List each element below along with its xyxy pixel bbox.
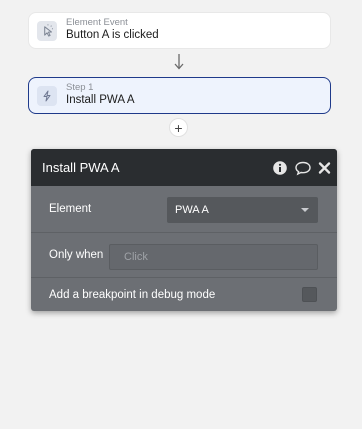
element-label: Element	[49, 203, 92, 215]
panel-header-icons	[272, 160, 331, 176]
event-card[interactable]: Element Event Button A is clicked	[28, 12, 331, 49]
event-card-subtitle: Element Event	[66, 17, 128, 29]
element-select[interactable]: PWA A	[167, 197, 318, 223]
add-step-button[interactable]: +	[169, 118, 188, 137]
debug-row: Add a breakpoint in debug mode	[31, 278, 337, 311]
only-when-placeholder: Click	[124, 251, 148, 263]
only-when-input[interactable]: Click	[109, 244, 318, 270]
only-when-row: Only when Click	[31, 233, 337, 278]
info-icon[interactable]	[272, 160, 288, 176]
caret-down-icon	[301, 208, 309, 212]
only-when-label: Only when	[49, 249, 104, 261]
lightning-bolt-icon	[37, 85, 57, 106]
panel-header: Install PWA A	[31, 149, 337, 186]
debug-breakpoint-checkbox[interactable]	[302, 287, 317, 302]
debug-label: Add a breakpoint in debug mode	[49, 288, 216, 301]
event-card-text: Element Event Button A is clicked	[66, 17, 159, 42]
element-select-value: PWA A	[175, 204, 209, 216]
step-card[interactable]: Step 1 Install PWA A	[28, 77, 331, 114]
element-row: Element PWA A	[31, 186, 337, 233]
panel-title: Install PWA A	[42, 160, 120, 175]
property-panel: Install PWA A Element PWA A Only when Cl…	[31, 149, 337, 311]
event-card-title: Button A is clicked	[66, 29, 159, 42]
close-icon[interactable]	[318, 160, 331, 176]
step-card-subtitle: Step 1	[66, 82, 94, 94]
step-card-title: Install PWA A	[66, 94, 135, 107]
step-card-text: Step 1 Install PWA A	[66, 82, 135, 107]
pointer-click-icon	[37, 20, 57, 41]
arrow-down-icon	[174, 54, 184, 70]
comment-icon[interactable]	[294, 160, 312, 176]
